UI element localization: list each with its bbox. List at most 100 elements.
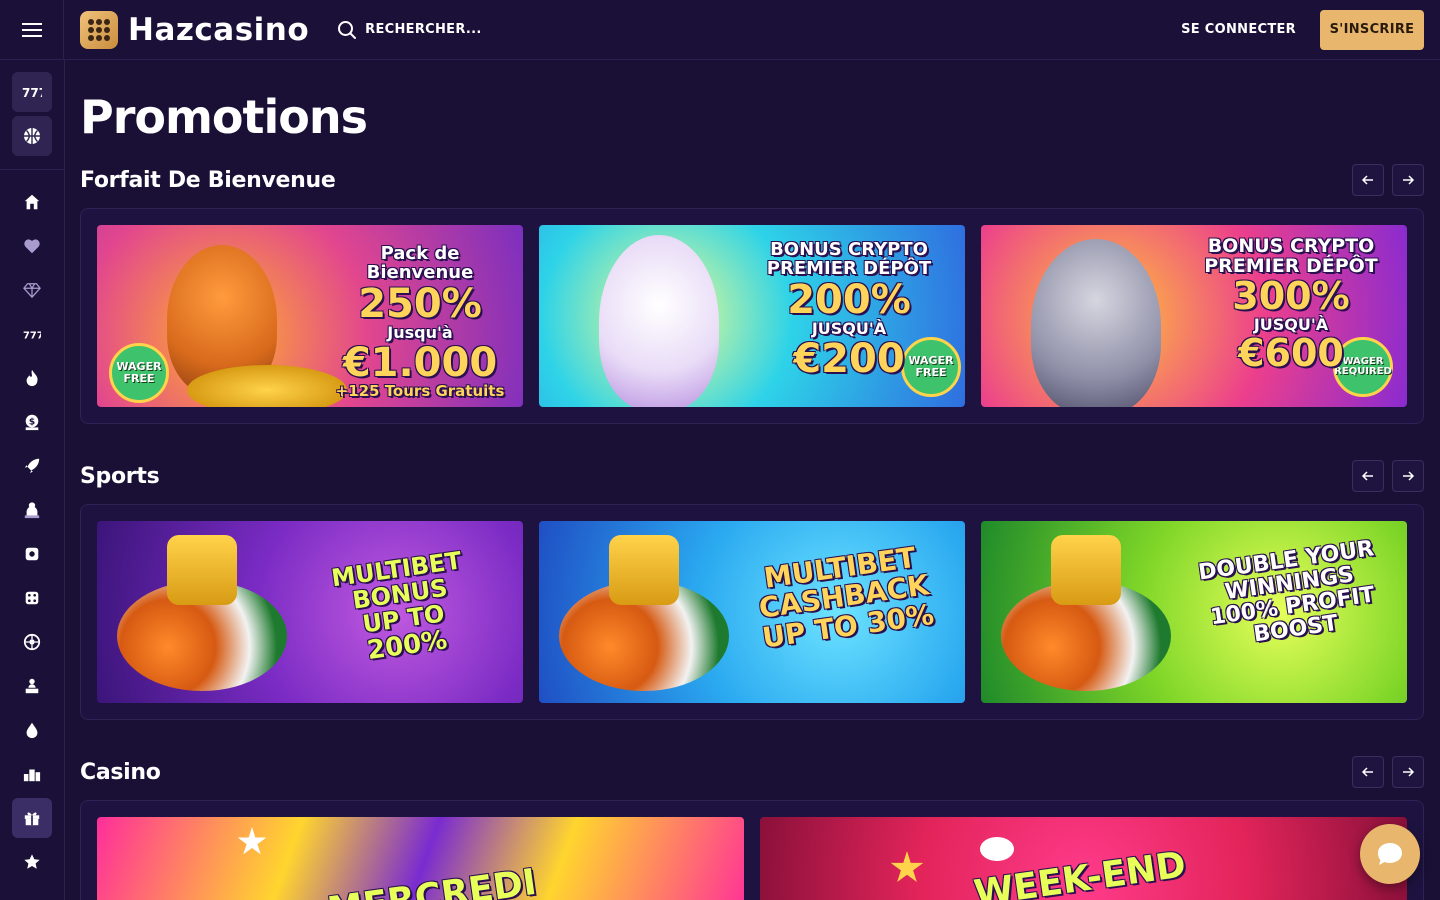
brand-name: Hazcasino (128, 11, 310, 48)
sidebar-item-hot[interactable] (12, 358, 52, 398)
promo-card-profit-boost[interactable]: DOUBLE YOUR WINNINGS 100% PROFIT BOOST (981, 521, 1407, 703)
promo-line-4: €1.000 (342, 339, 498, 386)
leaderboard-icon (23, 769, 41, 782)
promo-card-text: Pack de Bienvenue 250% Jusqu'à €1.000 +1… (325, 243, 515, 400)
diamond-icon (23, 283, 41, 299)
casino-carousel: MERCREDI WEEK-END (80, 800, 1424, 900)
search-trigger[interactable]: RECHERCHER... (337, 20, 481, 40)
sports-section-header: Sports (80, 458, 1424, 494)
sidebar-item-live-dealer[interactable] (12, 490, 52, 530)
promo-line-5: €200 (793, 335, 905, 382)
top-bar: Hazcasino RECHERCHER... SE CONNECTER S'I… (0, 0, 1440, 60)
live-chat-button[interactable] (1360, 824, 1420, 884)
sidebar-item-game-shows[interactable] (12, 666, 52, 706)
signup-button[interactable]: S'INSCRIRE (1320, 9, 1424, 50)
promo-card-mercredi[interactable]: MERCREDI (97, 817, 744, 900)
trophy-icon (609, 535, 679, 605)
sidebar-item-vip-club[interactable] (12, 842, 52, 882)
promo-card-crypto-200[interactable]: WAGER FREE BONUS CRYPTO PREMIER DÉPÔT 20… (539, 225, 965, 407)
promo-line-3: 300% (1232, 273, 1350, 318)
casino-section-header: Casino (80, 754, 1424, 790)
menu-button[interactable] (0, 0, 64, 60)
promo-card-text: MULTIBET CASHBACK UP TO 30% (734, 539, 954, 656)
podium-person-icon (25, 678, 39, 694)
welcome-section-header: Forfait De Bienvenue (80, 162, 1424, 198)
sidebar-item-crash[interactable] (12, 446, 52, 486)
sidebar-item-games[interactable] (12, 534, 52, 574)
promo-card-multibet-bonus[interactable]: MULTIBET BONUS UP TO 200% (97, 521, 523, 703)
sports-next-button[interactable] (1392, 460, 1424, 492)
star-icon (890, 851, 924, 882)
gold-coins-icon (187, 365, 347, 407)
slots-icon: 777 (22, 86, 42, 100)
svg-text:$: $ (29, 418, 35, 428)
basketball-icon (24, 128, 40, 144)
star-icon (24, 854, 40, 869)
search-label: RECHERCHER... (365, 22, 482, 37)
dealer-icon (24, 502, 40, 519)
promo-line-1: MERCREDI (325, 861, 539, 900)
promo-line-5: €600 (1238, 330, 1344, 375)
arrow-right-icon (1403, 471, 1415, 481)
sidebar-item-tournaments[interactable] (12, 754, 52, 794)
wager-badge: WAGER FREE (109, 343, 169, 403)
promo-line-1: Pack de Bienvenue (366, 243, 474, 283)
cloud-icon (980, 837, 1014, 861)
promo-card-multibet-cashback[interactable]: MULTIBET CASHBACK UP TO 30% (539, 521, 965, 703)
brand-logo[interactable]: Hazcasino (80, 10, 310, 49)
slots-icon: 777 (23, 331, 41, 342)
welcome-section-title: Forfait De Bienvenue (80, 167, 336, 193)
heart-icon (24, 239, 40, 254)
arrow-left-icon (1361, 175, 1373, 185)
dice-icon (25, 591, 39, 605)
trophy-icon (1051, 535, 1121, 605)
welcome-prev-button[interactable] (1352, 164, 1384, 196)
sidebar-item-promotions[interactable] (12, 798, 52, 838)
home-icon (24, 194, 40, 210)
svg-text:777: 777 (23, 331, 41, 342)
sidebar-item-home[interactable] (12, 182, 52, 222)
wolf-mascot-icon (1031, 239, 1161, 407)
sidebar-item-slots[interactable]: 777 (12, 314, 52, 354)
promo-line-2: PREMIER DÉPÔT (766, 257, 932, 279)
promo-card-welcome-pack[interactable]: WAGER FREE Pack de Bienvenue 250% Jusqu'… (97, 225, 523, 407)
login-button[interactable]: SE CONNECTER (1181, 22, 1296, 37)
promo-card-week-end[interactable]: WEEK-END (760, 817, 1407, 900)
casino-next-button[interactable] (1392, 756, 1424, 788)
rocket-icon (24, 458, 40, 474)
sidebar: 777 777 $ (0, 60, 65, 900)
sidebar-sports-toggle[interactable] (12, 116, 52, 156)
promo-card-text: BONUS CRYPTO PREMIER DÉPÔT 200% JUSQU'À … (749, 240, 949, 382)
sidebar-item-drops[interactable] (12, 710, 52, 750)
svg-text:777: 777 (22, 86, 42, 100)
sports-section-title: Sports (80, 463, 160, 489)
sidebar-item-vip[interactable] (12, 270, 52, 310)
welcome-carousel: WAGER FREE Pack de Bienvenue 250% Jusqu'… (80, 208, 1424, 424)
money-bag-icon: $ (25, 414, 39, 431)
promo-card-text: DOUBLE YOUR WINNINGS 100% PROFIT BOOST (1186, 536, 1397, 655)
sports-carousel: MULTIBET BONUS UP TO 200% MULTIBET CASHB… (80, 504, 1424, 720)
promo-line-5: +125 Tours Gratuits (335, 381, 505, 400)
roulette-icon (23, 633, 41, 651)
promo-card-crypto-300[interactable]: WAGER REQUIRED BONUS CRYPTO PREMIER DÉPÔ… (981, 225, 1407, 407)
fire-icon (26, 369, 38, 387)
arrow-right-icon (1403, 175, 1415, 185)
sports-prev-button[interactable] (1352, 460, 1384, 492)
sidebar-item-favorites[interactable] (12, 226, 52, 266)
sidebar-casino-toggle[interactable]: 777 (12, 72, 52, 112)
promo-line-3: 200% (787, 276, 911, 323)
casino-prev-button[interactable] (1352, 756, 1384, 788)
promo-line-2: 250% (358, 280, 482, 327)
main-content: Promotions Forfait De Bienvenue WAGER FR… (80, 60, 1424, 900)
promo-card-text: MERCREDI (325, 861, 539, 900)
sidebar-item-jackpot[interactable]: $ (12, 402, 52, 442)
arrow-right-icon (1403, 767, 1415, 777)
drop-icon (26, 722, 38, 739)
sidebar-item-roulette[interactable] (12, 622, 52, 662)
gamepad-icon (25, 547, 39, 561)
welcome-next-button[interactable] (1392, 164, 1424, 196)
sidebar-item-table-games[interactable] (12, 578, 52, 618)
page-title: Promotions (80, 90, 368, 144)
star-icon (237, 827, 267, 855)
chat-bubble-icon (1378, 843, 1402, 865)
